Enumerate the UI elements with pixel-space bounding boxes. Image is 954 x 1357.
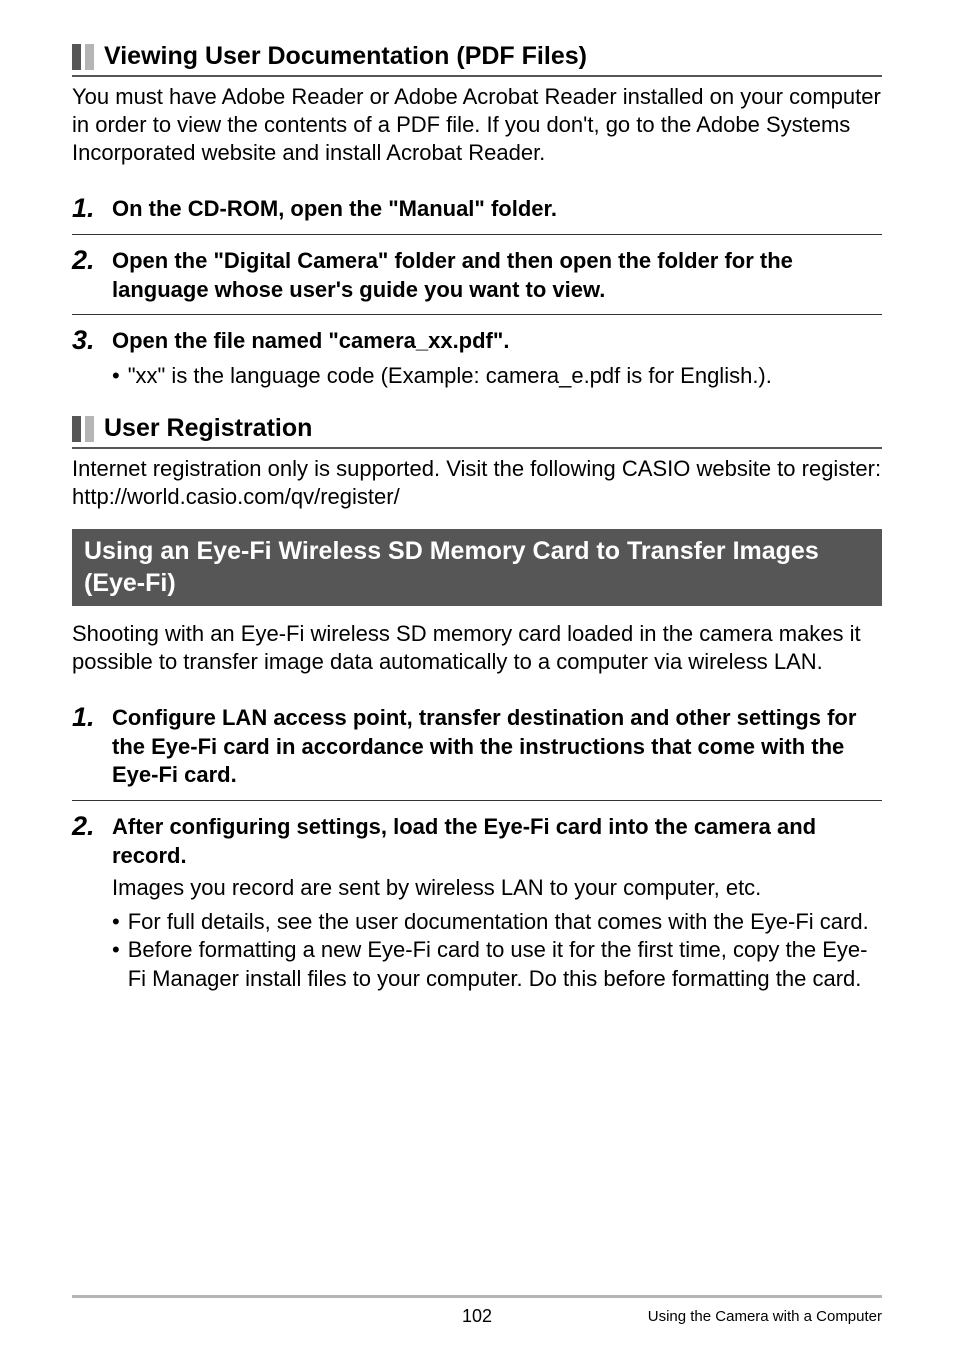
heading-viewing-docs: Viewing User Documentation (PDF Files) [104,42,587,71]
bullet-text: "xx" is the language code (Example: came… [128,362,882,390]
step-title: On the CD-ROM, open the "Manual" folder. [112,195,882,224]
step-title: Configure LAN access point, transfer des… [112,704,882,790]
section3-step-2: 2. After configuring settings, load the … [72,803,882,997]
footer-divider [72,1295,882,1298]
section1-step-3: 3. Open the file named "camera_xx.pdf". … [72,317,882,394]
section1-step-1: 1. On the CD-ROM, open the "Manual" fold… [72,185,882,235]
section3-step-1: 1. Configure LAN access point, transfer … [72,694,882,801]
bullet-dot-icon: • [112,936,120,992]
step-number: 2. [72,813,100,840]
step-title: Open the "Digital Camera" folder and the… [112,247,882,304]
step-number: 3. [72,327,100,354]
heading-viewing-docs-row: Viewing User Documentation (PDF Files) [72,42,882,77]
heading-user-registration-row: User Registration [72,414,882,449]
step-body: On the CD-ROM, open the "Manual" folder. [112,195,882,224]
bullet-text: For full details, see the user documenta… [128,908,882,936]
step-number: 1. [72,704,100,731]
step-body: Open the file named "camera_xx.pdf". • "x… [112,327,882,390]
section3-intro: Shooting with an Eye-Fi wireless SD memo… [72,620,882,676]
bullet-dot-icon: • [112,362,120,390]
step-body: Configure LAN access point, transfer des… [112,704,882,790]
page-number: 102 [462,1306,492,1327]
footer-section-label: Using the Camera with a Computer [648,1308,882,1325]
heading-user-registration: User Registration [104,414,312,443]
step-number: 2. [72,247,100,274]
section1-intro: You must have Adobe Reader or Adobe Acro… [72,83,882,167]
heading-marker-icon [72,416,94,442]
page-footer: 102 Using the Camera with a Computer [0,1295,954,1327]
footer-row: 102 Using the Camera with a Computer [72,1306,882,1327]
step-bullets: • "xx" is the language code (Example: cam… [112,362,882,390]
section1-step-2: 2. Open the "Digital Camera" folder and … [72,237,882,315]
step-bullets: • For full details, see the user document… [112,908,882,992]
bullet-text: Before formatting a new Eye-Fi card to u… [128,936,882,992]
heading-eye-fi-bar: Using an Eye-Fi Wireless SD Memory Card … [72,529,882,606]
step-body: Open the "Digital Camera" folder and the… [112,247,882,304]
section2-intro: Internet registration only is supported.… [72,455,882,511]
step-body: After configuring settings, load the Eye… [112,813,882,993]
bullet-dot-icon: • [112,908,120,936]
step-subtext: Images you record are sent by wireless L… [112,874,882,902]
step-title: After configuring settings, load the Eye… [112,813,882,870]
step-title: Open the file named "camera_xx.pdf". [112,327,882,356]
heading-marker-icon [72,44,94,70]
step-number: 1. [72,195,100,222]
